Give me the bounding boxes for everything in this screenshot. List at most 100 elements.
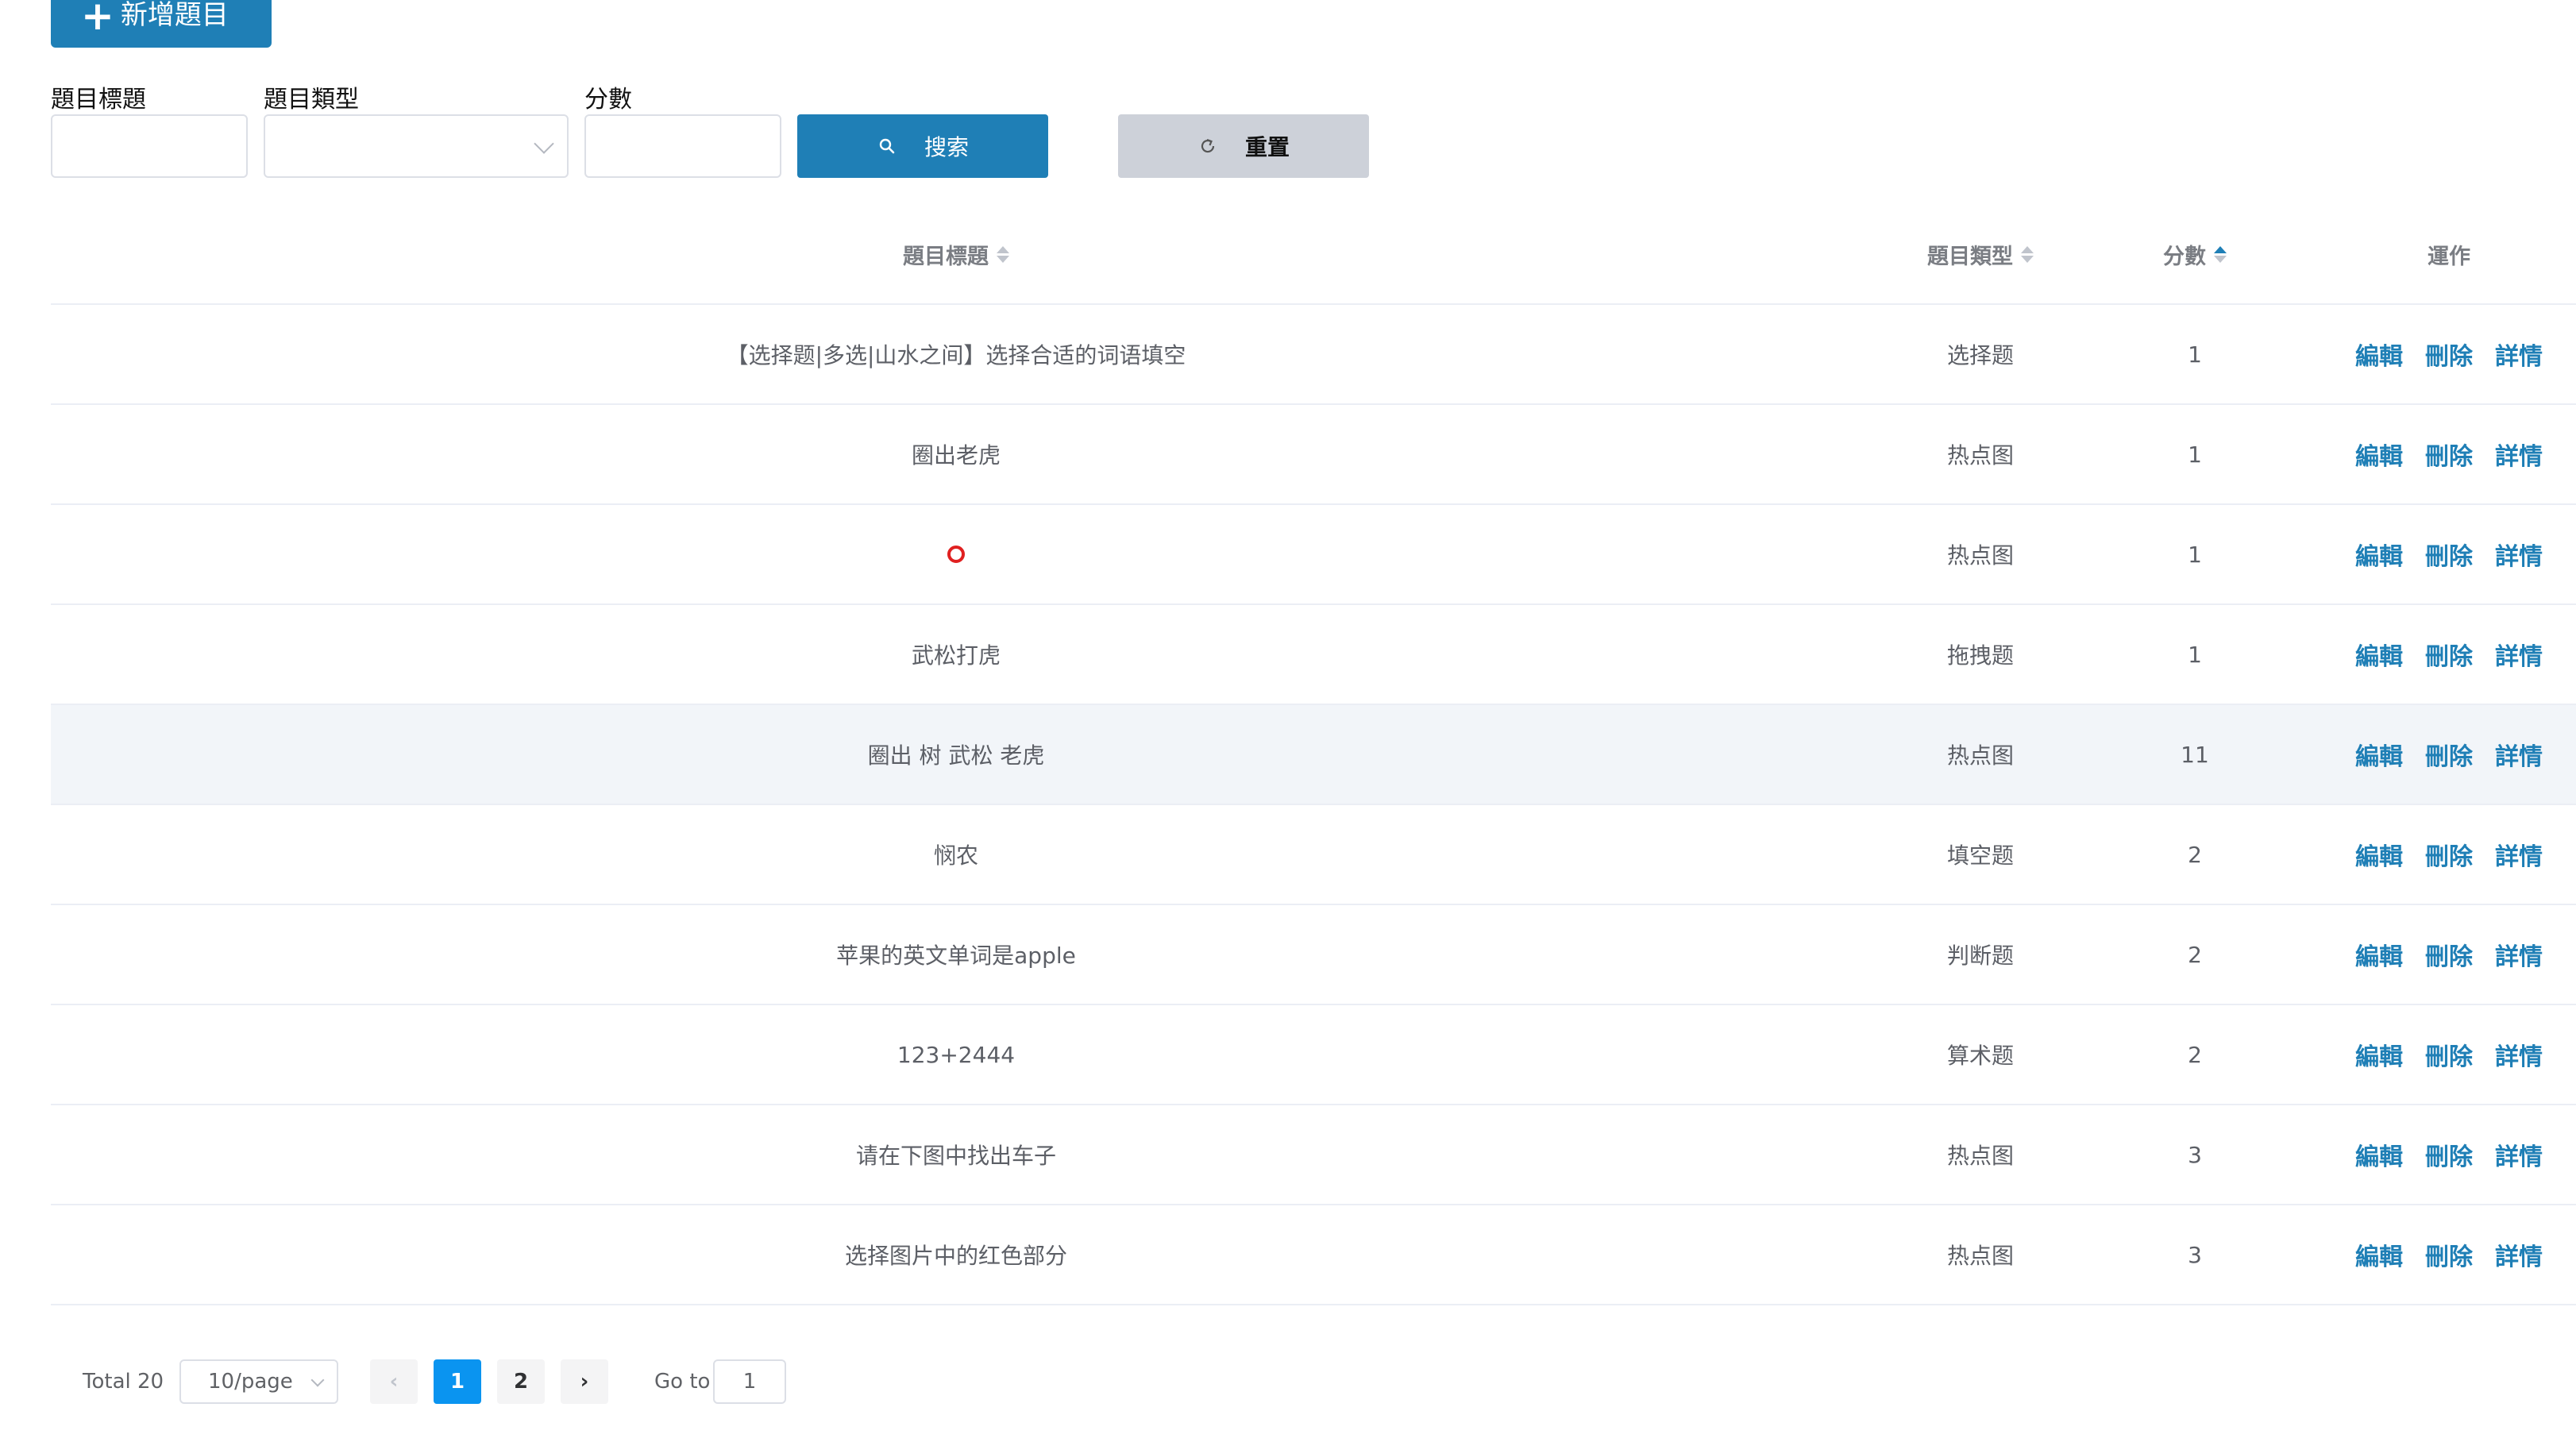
- table-row: 圈出 树 武松 老虎 热点图 11 編輯 刪除 詳情: [51, 705, 2576, 805]
- delete-link[interactable]: 刪除: [2425, 937, 2473, 972]
- question-score: 2: [2188, 841, 2202, 868]
- reset-label: 重置: [1244, 134, 1290, 160]
- edit-link[interactable]: 編輯: [2355, 437, 2403, 472]
- goto-page-input[interactable]: 1: [713, 1359, 786, 1404]
- sort-icon[interactable]: [997, 245, 1009, 263]
- detail-link[interactable]: 詳情: [2495, 737, 2543, 772]
- search-button[interactable]: 搜索: [797, 114, 1048, 178]
- column-header-actions: 運作: [2428, 244, 2470, 269]
- question-type: 热点图: [1946, 1143, 2014, 1169]
- edit-link[interactable]: 編輯: [2355, 837, 2403, 872]
- delete-link[interactable]: 刪除: [2425, 637, 2473, 672]
- column-header-type[interactable]: 題目類型: [1861, 205, 2100, 303]
- delete-link[interactable]: 刪除: [2425, 1037, 2473, 1072]
- sort-icon[interactable]: [2021, 245, 2034, 263]
- detail-link[interactable]: 詳情: [2495, 937, 2543, 972]
- page-button-1[interactable]: 1: [434, 1359, 481, 1404]
- prev-page-button[interactable]: ‹: [370, 1359, 418, 1404]
- delete-link[interactable]: 刪除: [2425, 437, 2473, 472]
- next-page-button[interactable]: ›: [561, 1359, 608, 1404]
- title-filter-label: 題目標題: [51, 86, 146, 114]
- delete-link[interactable]: 刪除: [2425, 337, 2473, 372]
- add-question-button[interactable]: + 新增題目: [51, 0, 272, 48]
- add-question-label: 新增題目: [120, 0, 229, 31]
- detail-link[interactable]: 詳情: [2495, 837, 2543, 872]
- red-circle-icon: [947, 546, 965, 563]
- question-type: 热点图: [1946, 442, 2014, 468]
- table-row: 苹果的英文单词是apple 判断题 2 編輯 刪除 詳情: [51, 905, 2576, 1005]
- question-title: 悯农: [933, 842, 978, 869]
- question-title: 选择图片中的红色部分: [844, 1243, 1067, 1269]
- detail-link[interactable]: 詳情: [2495, 1037, 2543, 1072]
- question-score: 1: [2188, 341, 2202, 368]
- table-row: 圈出老虎 热点图 1 編輯 刪除 詳情: [51, 405, 2576, 505]
- sort-icon[interactable]: [2214, 245, 2227, 263]
- question-title: 武松打虎: [911, 642, 1001, 669]
- question-score: 1: [2188, 541, 2202, 568]
- question-score: 1: [2188, 441, 2202, 468]
- goto-label: Go to: [654, 1370, 711, 1394]
- edit-link[interactable]: 編輯: [2355, 937, 2403, 972]
- delete-link[interactable]: 刪除: [2425, 1137, 2473, 1172]
- detail-link[interactable]: 詳情: [2495, 537, 2543, 572]
- search-icon: [877, 136, 897, 156]
- row-actions: 編輯 刪除 詳情: [2290, 305, 2576, 403]
- detail-link[interactable]: 詳情: [2495, 437, 2543, 472]
- table-row: 武松打虎 拖拽题 1 編輯 刪除 詳情: [51, 605, 2576, 705]
- detail-link[interactable]: 詳情: [2495, 1137, 2543, 1172]
- question-score: 3: [2188, 1241, 2202, 1268]
- table-row: 选择图片中的红色部分 热点图 3 編輯 刪除 詳情: [51, 1205, 2576, 1305]
- table-row: 请在下图中找出车子 热点图 3 編輯 刪除 詳情: [51, 1105, 2576, 1205]
- question-title: 苹果的英文单词是apple: [836, 943, 1076, 969]
- column-header-score[interactable]: 分數: [2100, 205, 2290, 303]
- questions-table: 題目標題 題目類型 分數 運作 【选择题|多选|山水之间】选择合适的词语填空 选…: [51, 205, 2576, 1305]
- question-title: 圈出老虎: [911, 442, 1001, 468]
- edit-link[interactable]: 編輯: [2355, 637, 2403, 672]
- chevron-left-icon: ‹: [389, 1370, 399, 1394]
- detail-link[interactable]: 詳情: [2495, 637, 2543, 672]
- chevron-right-icon: ›: [580, 1370, 589, 1394]
- row-actions: 編輯 刪除 詳情: [2290, 605, 2576, 704]
- question-type: 拖拽题: [1946, 642, 2014, 669]
- row-actions: 編輯 刪除 詳情: [2290, 705, 2576, 804]
- table-row: 【选择题|多选|山水之间】选择合适的词语填空 选择题 1 編輯 刪除 詳情: [51, 305, 2576, 405]
- detail-link[interactable]: 詳情: [2495, 337, 2543, 372]
- search-label: 搜索: [924, 134, 969, 160]
- type-filter-label: 題目類型: [264, 86, 359, 114]
- question-score: 3: [2188, 1141, 2202, 1168]
- question-type: 热点图: [1946, 742, 2014, 769]
- delete-link[interactable]: 刪除: [2425, 737, 2473, 772]
- score-filter-input[interactable]: [584, 114, 781, 178]
- page-size-select[interactable]: 10/page: [179, 1359, 338, 1404]
- delete-link[interactable]: 刪除: [2425, 837, 2473, 872]
- delete-link[interactable]: 刪除: [2425, 537, 2473, 572]
- question-type: 热点图: [1946, 1243, 2014, 1269]
- question-type: 热点图: [1946, 542, 2014, 569]
- page-button-2[interactable]: 2: [497, 1359, 545, 1404]
- reset-button[interactable]: 重置: [1118, 114, 1369, 178]
- score-filter-label: 分數: [584, 86, 632, 114]
- question-type: 填空题: [1946, 842, 2014, 869]
- table-row: 热点图 1 編輯 刪除 詳情: [51, 505, 2576, 605]
- title-filter-input[interactable]: [51, 114, 248, 178]
- edit-link[interactable]: 編輯: [2355, 1037, 2403, 1072]
- edit-link[interactable]: 編輯: [2355, 337, 2403, 372]
- edit-link[interactable]: 編輯: [2355, 1137, 2403, 1172]
- edit-link[interactable]: 編輯: [2355, 537, 2403, 572]
- row-actions: 編輯 刪除 詳情: [2290, 1105, 2576, 1204]
- question-title: 123+2444: [897, 1041, 1016, 1068]
- detail-link[interactable]: 詳情: [2495, 1237, 2543, 1272]
- edit-link[interactable]: 編輯: [2355, 1237, 2403, 1272]
- question-score: 2: [2188, 1041, 2202, 1068]
- delete-link[interactable]: 刪除: [2425, 1237, 2473, 1272]
- chevron-down-icon: [534, 133, 554, 154]
- row-actions: 編輯 刪除 詳情: [2290, 505, 2576, 603]
- pagination: Total 20 10/page ‹ 1 2 › Go to 1: [0, 1359, 2576, 1404]
- type-filter-select[interactable]: [264, 114, 569, 178]
- question-title: 圈出 树 武松 老虎: [867, 742, 1045, 769]
- table-header: 題目標題 題目類型 分數 運作: [51, 205, 2576, 305]
- column-header-title[interactable]: 題目標題: [51, 205, 1861, 303]
- question-title: [51, 505, 1861, 603]
- edit-link[interactable]: 編輯: [2355, 737, 2403, 772]
- table-row: 123+2444 算术题 2 編輯 刪除 詳情: [51, 1005, 2576, 1105]
